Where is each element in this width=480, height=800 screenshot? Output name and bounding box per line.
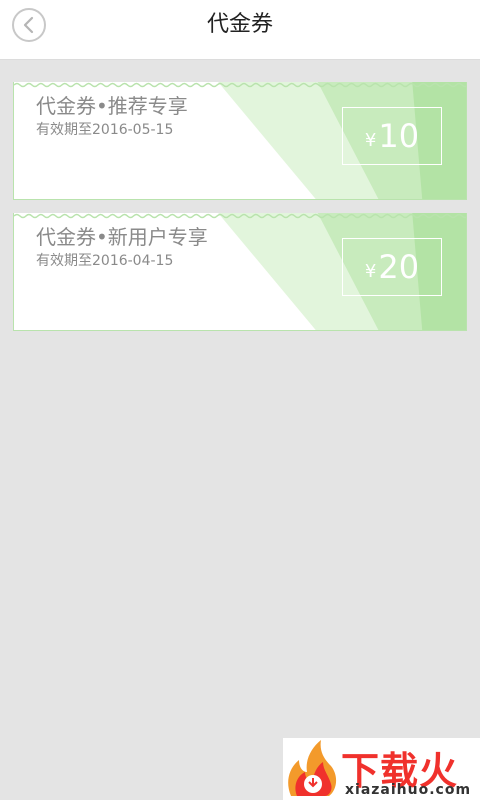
page-title: 代金券 [206, 12, 273, 37]
coupon-amount[interactable]: ¥ 10 [342, 107, 442, 165]
coupon-amount[interactable]: ¥ 20 [342, 238, 442, 296]
amount-value: 20 [378, 248, 420, 286]
currency-symbol: ¥ [364, 260, 377, 282]
coupon-card[interactable]: 代金券•新用户专享 有效期至2016-04-15 ¥ 20 [13, 213, 467, 331]
coupon-scallop-edge [14, 213, 466, 219]
coupon-scallop-edge [14, 82, 466, 88]
currency-symbol: ¥ [364, 129, 377, 151]
coupon-name: 代金券•新用户专享 [36, 225, 208, 249]
coupon-card[interactable]: 代金券•推荐专享 有效期至2016-05-15 ¥ 10 [13, 82, 467, 200]
coupon-expiry: 有效期至2016-04-15 [36, 253, 174, 269]
top-bar: 代金券 [0, 0, 480, 60]
coupon-expiry: 有效期至2016-05-15 [36, 122, 174, 138]
watermark: 下载火 xiazaihuo.com [283, 738, 480, 800]
watermark-url: xiazaihuo.com [345, 782, 472, 798]
amount-value: 10 [378, 117, 420, 155]
coupon-name: 代金券•推荐专享 [36, 94, 188, 118]
flame-logo-icon [288, 740, 337, 796]
